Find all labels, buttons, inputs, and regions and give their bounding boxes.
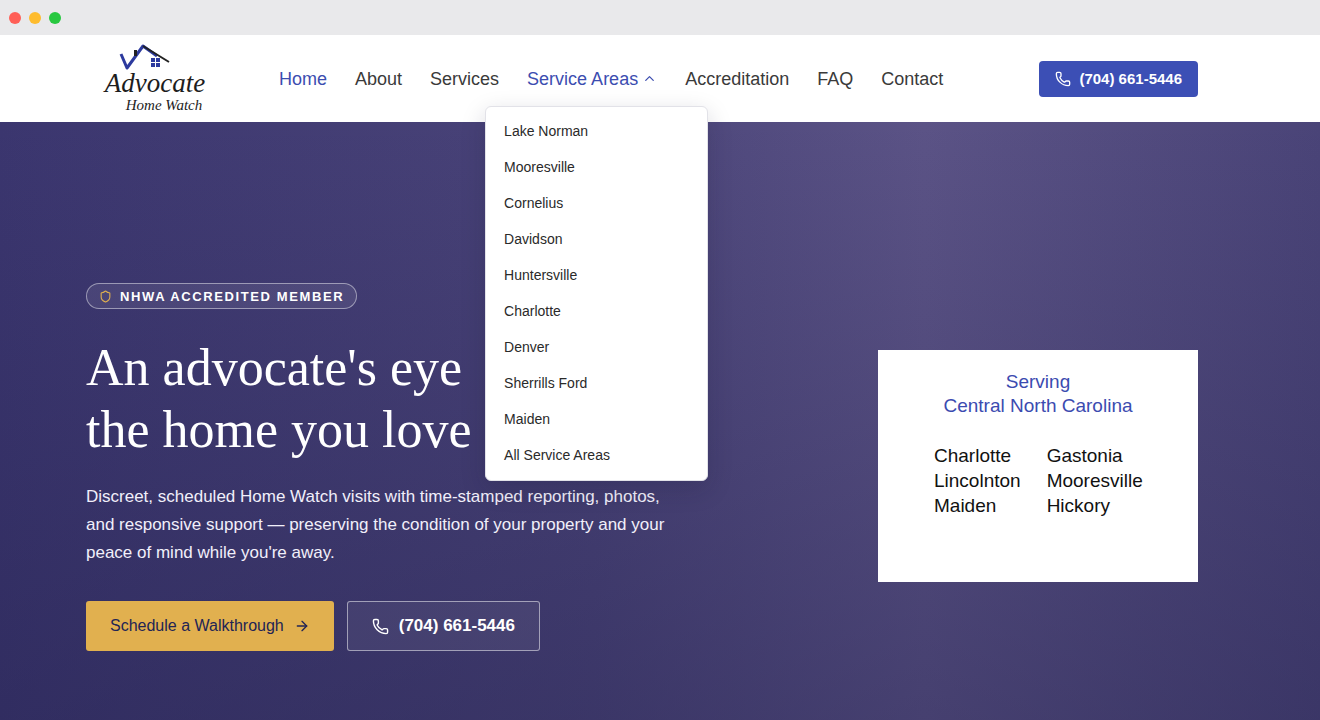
city: Maiden — [934, 493, 1021, 518]
service-area-card: ServingCentral North Carolina CharlotteLi… — [878, 350, 1198, 582]
window-control[interactable] — [9, 12, 21, 24]
phone-icon — [1055, 71, 1071, 87]
window-control[interactable] — [49, 12, 61, 24]
phone-button[interactable]: (704) 661-5446 — [1039, 61, 1198, 97]
nav-item[interactable]: Accreditation — [685, 68, 789, 90]
city: Mooresville — [1047, 468, 1143, 493]
menu-item[interactable]: Huntersville — [486, 257, 707, 293]
menu-item[interactable]: Lake Norman — [486, 113, 707, 149]
city: Hickory — [1047, 493, 1143, 518]
menu-item[interactable]: Davidson — [486, 221, 707, 257]
logo-title: Advocate — [105, 70, 205, 97]
city: Charlotte — [934, 443, 1021, 468]
hero-description: Discreet, scheduled Home Watch visits wi… — [86, 483, 664, 567]
hero-buttons: Schedule a Walkthrough (704) 661-5446 — [86, 601, 540, 651]
browser-window: AdvocateHome Watch Home About Services Servi… — [0, 0, 1320, 720]
call-button[interactable]: (704) 661-5446 — [347, 601, 540, 651]
logo[interactable]: AdvocateHome Watch — [97, 44, 213, 114]
main-nav: Home About Services Service AreasLake Norma… — [279, 68, 943, 90]
menu-item[interactable]: Charlotte — [486, 293, 707, 329]
chevron-up-icon — [642, 71, 657, 86]
site-header: AdvocateHome Watch Home About Services Servi… — [0, 35, 1320, 122]
menu-item[interactable]: Sherrills Ford — [486, 365, 707, 401]
nav-item[interactable]: Home — [279, 68, 327, 90]
nav-item[interactable]: FAQ — [817, 68, 853, 90]
logo-subtitle: Home Watch — [126, 97, 203, 114]
title-bar — [0, 0, 1320, 35]
service-areas-menu: Lake NormanMooresvilleCorneliusDavidsonH… — [485, 106, 708, 481]
menu-item[interactable]: Maiden — [486, 401, 707, 437]
accreditation-badge: NHWA ACCREDITED MEMBER — [86, 283, 357, 309]
hero-headline: An advocate's eyethe home you love — [86, 337, 472, 461]
menu-item[interactable]: All Service Areas — [486, 437, 707, 473]
schedule-button[interactable]: Schedule a Walkthrough — [86, 601, 334, 651]
city: Lincolnton — [934, 468, 1021, 493]
nav-item[interactable]: Service AreasLake NormanMooresvilleCorne… — [527, 68, 657, 90]
arrow-right-icon — [294, 618, 310, 634]
phone-icon — [372, 618, 389, 635]
city: Gastonia — [1047, 443, 1143, 468]
menu-item[interactable]: Denver — [486, 329, 707, 365]
window-control[interactable] — [29, 12, 41, 24]
hero-content: NHWA ACCREDITED MEMBER An advocate's eyet… — [86, 283, 878, 651]
menu-item[interactable]: Cornelius — [486, 185, 707, 221]
nav-item[interactable]: About — [355, 68, 402, 90]
menu-item[interactable]: Mooresville — [486, 149, 707, 185]
nav-item[interactable]: Contact — [881, 68, 943, 90]
city-list: CharlotteLincolntonMaiden GastoniaMooresv… — [934, 443, 1174, 518]
shield-icon — [99, 290, 112, 303]
nav-item[interactable]: Services — [430, 68, 499, 90]
card-title: ServingCentral North Carolina — [902, 370, 1174, 418]
